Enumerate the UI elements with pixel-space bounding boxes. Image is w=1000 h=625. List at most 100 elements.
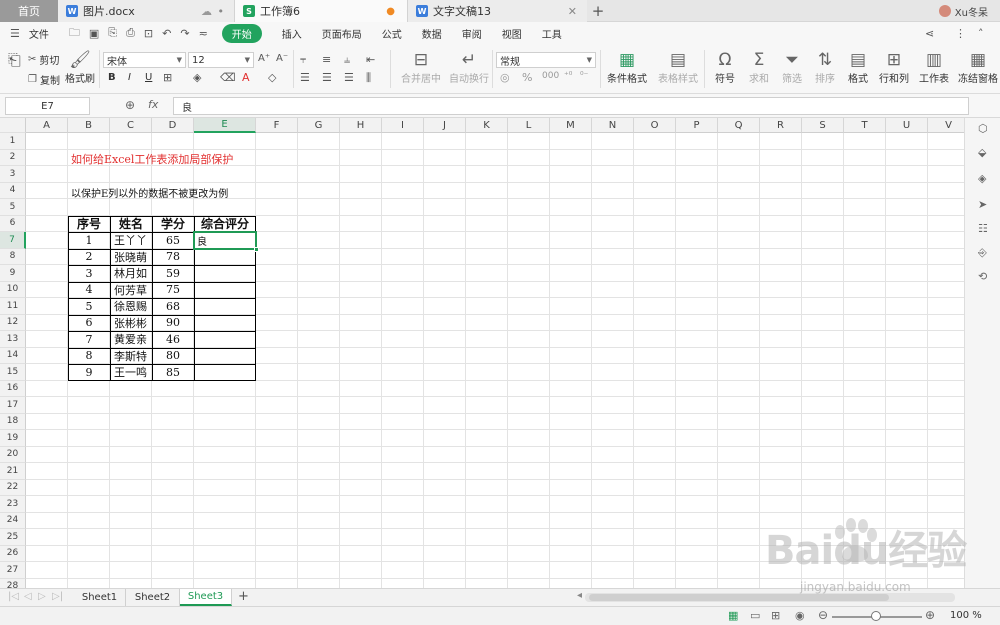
preview-icon[interactable]: ⊡ [144, 27, 153, 40]
header-index[interactable]: 序号 [68, 216, 110, 233]
sheet-tab-3[interactable]: Sheet3 [180, 589, 232, 606]
scrollbar-thumb[interactable] [589, 594, 889, 601]
add-sheet-button[interactable]: + [238, 589, 249, 604]
table-cell[interactable]: 3 [68, 265, 110, 282]
column-header[interactable]: U [886, 118, 928, 133]
first-sheet-icon[interactable]: |◁ [8, 591, 19, 602]
row-header[interactable]: 17 [0, 397, 26, 414]
column-header[interactable]: L [508, 118, 550, 133]
row-header[interactable]: 16 [0, 380, 26, 397]
column-header[interactable]: A [26, 118, 68, 133]
sheet-tab-2[interactable]: Sheet2 [126, 589, 180, 606]
open-folder-icon[interactable]: 🗀 [69, 24, 80, 43]
tab-view[interactable]: 视图 [502, 26, 522, 41]
row-header[interactable]: 8 [0, 248, 26, 265]
header-name[interactable]: 姓名 [110, 216, 152, 233]
row-header[interactable]: 3 [0, 166, 26, 183]
column-header[interactable]: D [152, 118, 194, 133]
indent-decrease-button[interactable]: ⇤ [366, 53, 375, 66]
row-header[interactable]: 6 [0, 215, 26, 232]
zoom-level[interactable]: 100 % [950, 610, 982, 621]
table-cell[interactable]: 张彬彬 [110, 315, 152, 332]
distribute-button[interactable]: ⫼ [366, 71, 371, 85]
decrease-font-button[interactable]: A⁻ [276, 53, 288, 64]
column-header[interactable]: P [676, 118, 718, 133]
freeze-panes-button[interactable]: ▦ 冻结窗格 [958, 50, 998, 85]
column-header[interactable]: O [634, 118, 676, 133]
new-tab-button[interactable]: + [590, 0, 606, 22]
table-cell[interactable] [194, 282, 256, 299]
scroll-left-icon[interactable]: ◂ [577, 590, 582, 601]
table-cell[interactable]: 何芳草 [110, 282, 152, 299]
number-format-select[interactable]: 常规 ▼ [496, 52, 596, 68]
row-header[interactable]: 11 [0, 298, 26, 315]
page-layout-view-icon[interactable]: ▭ [750, 609, 760, 622]
increase-decimal-button[interactable]: ⁺⁰ [564, 71, 572, 81]
print-icon[interactable]: ⎙ [126, 26, 135, 40]
row-header[interactable]: 19 [0, 430, 26, 447]
select-all-corner[interactable] [0, 118, 26, 133]
font-color-button[interactable]: A [242, 71, 250, 84]
border-button[interactable]: ⊞ [163, 71, 172, 84]
zoom-in-icon[interactable]: ⊕ [925, 608, 935, 622]
align-right-button[interactable]: ☰ [344, 71, 354, 84]
align-center-button[interactable]: ☰ [322, 71, 332, 84]
row-header[interactable]: 14 [0, 347, 26, 364]
row-header[interactable]: 9 [0, 265, 26, 282]
table-cell[interactable] [194, 265, 256, 282]
column-header[interactable]: S [802, 118, 844, 133]
merge-center-button[interactable]: ⊟ 合并居中 [396, 50, 446, 85]
stamp-icon[interactable]: ⬙ [978, 146, 986, 159]
table-cell[interactable]: 1 [68, 232, 110, 249]
paste-button[interactable]: ⎗ [8, 50, 21, 70]
row-header[interactable]: 25 [0, 529, 26, 546]
table-cell[interactable]: 5 [68, 298, 110, 315]
tab-insert[interactable]: 插入 [282, 26, 302, 41]
row-header[interactable]: 7 [0, 232, 26, 249]
underline-button[interactable]: U [145, 72, 152, 83]
column-header[interactable]: M [550, 118, 592, 133]
clear-format-button[interactable]: ⌫ [220, 71, 236, 84]
conditional-format-button[interactable]: ▦ 条件格式 [604, 50, 650, 85]
next-sheet-icon[interactable]: ▷ [38, 591, 46, 602]
table-cell[interactable] [194, 348, 256, 365]
table-cell[interactable]: 46 [152, 331, 194, 348]
row-header[interactable]: 2 [0, 149, 26, 166]
row-header[interactable]: 28 [0, 578, 26, 588]
table-cell[interactable]: 林月如 [110, 265, 152, 282]
increase-font-button[interactable]: A⁺ [258, 53, 270, 64]
prev-sheet-icon[interactable]: ◁ [24, 591, 32, 602]
fill-color-button[interactable]: ◈ [193, 71, 201, 84]
normal-view-icon[interactable]: ▦ [728, 609, 738, 622]
protect-icon[interactable]: ◈ [978, 172, 986, 185]
table-cell[interactable]: 90 [152, 315, 194, 332]
column-header[interactable]: V [928, 118, 964, 133]
zoom-out-icon[interactable]: ⊖ [818, 608, 828, 622]
row-header[interactable]: 22 [0, 479, 26, 496]
align-left-button[interactable]: ☰ [300, 71, 310, 84]
column-header[interactable]: K [466, 118, 508, 133]
sort-button[interactable]: ⇅ 排序 [810, 50, 840, 85]
row-header[interactable]: 24 [0, 512, 26, 529]
column-header[interactable]: E [194, 118, 256, 133]
row-header[interactable]: 15 [0, 364, 26, 381]
cut-button[interactable]: ✂ 剪切 [28, 52, 59, 67]
currency-button[interactable]: ◎ [500, 71, 510, 84]
copy-button[interactable]: ❐ 复制 [28, 72, 60, 87]
table-cell[interactable]: 59 [152, 265, 194, 282]
table-cell[interactable]: 68 [152, 298, 194, 315]
share-icon[interactable]: ⋖ [925, 27, 934, 40]
format-button[interactable]: ▤ 格式 [843, 50, 873, 85]
align-top-button[interactable]: ⫧ [300, 53, 306, 67]
header-rating[interactable]: 综合评分 [194, 216, 256, 233]
tab-page-layout[interactable]: 页面布局 [322, 26, 362, 41]
row-header[interactable]: 20 [0, 446, 26, 463]
percent-button[interactable]: % [522, 71, 532, 84]
doc-tab-text13[interactable]: W 文字文稿13 ✕ [407, 0, 587, 22]
table-cell[interactable]: 80 [152, 348, 194, 365]
thousands-button[interactable]: 000 [542, 71, 559, 81]
page-break-view-icon[interactable]: ⊞ [771, 609, 780, 622]
hamburger-menu-icon[interactable]: ☰ [10, 27, 20, 40]
tab-start[interactable]: 开始 [221, 23, 262, 43]
file-menu[interactable]: 文件 [29, 26, 49, 41]
